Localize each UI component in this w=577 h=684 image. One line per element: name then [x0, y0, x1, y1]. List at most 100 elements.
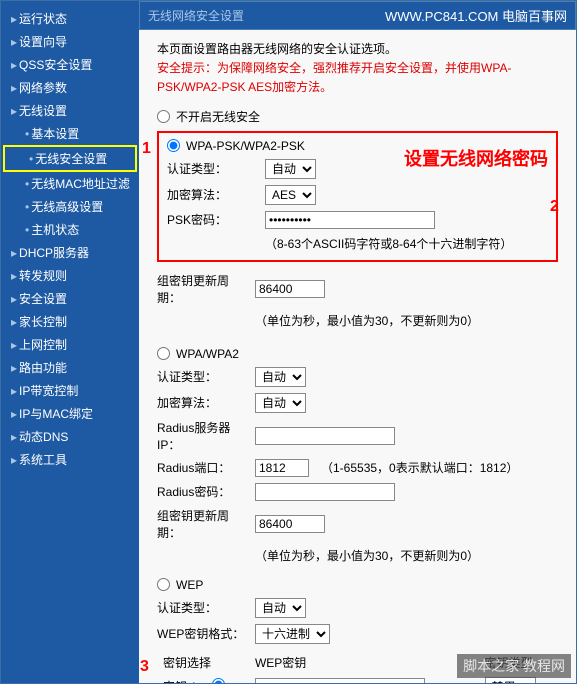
sidebar-item-3[interactable]: ▸网络参数	[1, 76, 139, 99]
radio-wep-label: WEP	[176, 578, 203, 592]
main-panel: 无线网络安全设置 WWW.PC841.COM 电脑百事网 本页面设置路由器无线网…	[139, 1, 576, 683]
sidebar-item-label: 基本设置	[31, 127, 79, 141]
sidebar-item-8[interactable]: •无线高级设置	[1, 195, 139, 218]
overlay-red-text: 设置无线网络密码	[404, 145, 548, 171]
sidebar-item-0[interactable]: ▸运行状态	[1, 7, 139, 30]
sidebar-item-label: 网络参数	[19, 81, 67, 95]
rekey-hint: （单位为秒，最小值为30，不更新则为0）	[255, 312, 558, 329]
radio-none[interactable]	[157, 110, 170, 123]
sidebar-item-19[interactable]: ▸系统工具	[1, 448, 139, 471]
brand-text: WWW.PC841.COM 电脑百事网	[385, 6, 567, 25]
sidebar-item-6[interactable]: •无线安全设置	[3, 145, 137, 172]
radius-port-input[interactable]	[255, 459, 309, 477]
chevron-icon: ▸	[11, 384, 17, 398]
radius-port-label: Radius端口：	[157, 459, 249, 476]
chevron-icon: ▸	[11, 430, 17, 444]
wep-auth-type-label: 认证类型：	[157, 599, 249, 616]
sidebar-item-label: 无线设置	[19, 104, 67, 118]
sidebar-item-2[interactable]: ▸QSS安全设置	[1, 53, 139, 76]
bullet-icon: •	[25, 223, 29, 237]
key1-input[interactable]	[255, 678, 425, 683]
psk-pass-label: PSK密码：	[167, 211, 259, 228]
wpa-enc-algo-label: 加密算法：	[157, 394, 249, 411]
chevron-icon: ▸	[11, 81, 17, 95]
radio-none-label: 不开启无线安全	[176, 108, 260, 125]
wpa-auth-type-select[interactable]: 自动	[255, 367, 306, 387]
sidebar-item-7[interactable]: •无线MAC地址过滤	[1, 172, 139, 195]
auth-type-select[interactable]: 自动	[265, 159, 316, 179]
radio-wpapsk[interactable]	[167, 139, 180, 152]
chevron-icon: ▸	[11, 361, 17, 375]
sidebar-item-15[interactable]: ▸路由功能	[1, 356, 139, 379]
bullet-icon: •	[25, 200, 29, 214]
wep-format-select[interactable]: 十六进制	[255, 624, 330, 644]
psk-hint: （8-63个ASCII码字符或8-64个十六进制字符）	[265, 235, 548, 252]
sidebar-item-label: QSS安全设置	[19, 58, 92, 72]
chevron-icon: ▸	[11, 12, 17, 26]
sidebar-item-14[interactable]: ▸上网控制	[1, 333, 139, 356]
wep-head-select: 密钥选择	[159, 652, 249, 673]
psk-pass-input[interactable]	[265, 211, 435, 229]
wpa-group-rekey-input[interactable]	[255, 515, 325, 533]
sidebar-item-17[interactable]: ▸IP与MAC绑定	[1, 402, 139, 425]
chevron-icon: ▸	[11, 58, 17, 72]
intro-tip-label: 安全提示：	[157, 61, 217, 75]
sidebar-item-16[interactable]: ▸IP带宽控制	[1, 379, 139, 402]
wpapsk-section-highlight: 设置无线网络密码 WPA-PSK/WPA2-PSK 认证类型： 自动 加密算法：…	[157, 131, 558, 262]
chevron-icon: ▸	[11, 269, 17, 283]
wpa-group-rekey-label: 组密钥更新周期：	[157, 507, 249, 541]
sidebar-item-label: DHCP服务器	[19, 246, 89, 260]
page-title: 无线网络安全设置	[148, 7, 244, 24]
radius-pass-input[interactable]	[255, 483, 395, 501]
radius-ip-input[interactable]	[255, 427, 395, 445]
sidebar-item-9[interactable]: •主机状态	[1, 218, 139, 241]
enc-algo-label: 加密算法：	[167, 186, 259, 203]
radio-wep[interactable]	[157, 578, 170, 591]
sidebar-item-label: 动态DNS	[19, 430, 68, 444]
group-rekey-label: 组密钥更新周期：	[157, 272, 249, 306]
content-area: 本页面设置路由器无线网络的安全认证选项。 安全提示：为保障网络安全，强烈推荐开启…	[139, 30, 576, 683]
radio-wpa[interactable]	[157, 347, 170, 360]
sidebar-item-label: IP带宽控制	[19, 384, 78, 398]
sidebar-item-10[interactable]: ▸DHCP服务器	[1, 241, 139, 264]
annotation-1: 1	[142, 140, 151, 158]
wpa-enc-algo-select[interactable]: 自动	[255, 393, 306, 413]
radio-wpa-label: WPA/WPA2	[176, 347, 239, 361]
sidebar-item-label: IP与MAC绑定	[19, 407, 93, 421]
wpa-auth-type-label: 认证类型：	[157, 368, 249, 385]
radio-wpapsk-label: WPA-PSK/WPA2-PSK	[186, 139, 305, 153]
sidebar-item-18[interactable]: ▸动态DNS	[1, 425, 139, 448]
watermark: 脚本之家 教程网	[457, 654, 571, 678]
sidebar-item-11[interactable]: ▸转发规则	[1, 264, 139, 287]
annotation-3: 3	[140, 658, 149, 676]
sidebar-item-1[interactable]: ▸设置向导	[1, 30, 139, 53]
sidebar-item-5[interactable]: •基本设置	[1, 122, 139, 145]
radius-ip-label: Radius服务器IP：	[157, 419, 249, 453]
enc-algo-select[interactable]: AES	[265, 185, 316, 205]
intro-line1: 本页面设置路由器无线网络的安全认证选项。	[157, 42, 397, 56]
chevron-icon: ▸	[11, 315, 17, 329]
wpa-rekey-hint: （单位为秒，最小值为30，不更新则为0）	[255, 547, 558, 564]
bullet-icon: •	[25, 127, 29, 141]
wep-head-key: WEP密钥	[251, 652, 479, 673]
wep-format-label: WEP密钥格式：	[157, 625, 249, 642]
key1-radio[interactable]	[212, 678, 225, 683]
chevron-icon: ▸	[11, 407, 17, 421]
sidebar-item-label: 主机状态	[31, 223, 79, 237]
auth-type-label: 认证类型：	[167, 160, 259, 177]
chevron-icon: ▸	[11, 246, 17, 260]
sidebar-item-label: 家长控制	[19, 315, 67, 329]
sidebar-item-label: 无线MAC地址过滤	[31, 177, 130, 191]
sidebar-item-label: 路由功能	[19, 361, 67, 375]
sidebar-item-13[interactable]: ▸家长控制	[1, 310, 139, 333]
sidebar-item-4[interactable]: ▸无线设置	[1, 99, 139, 122]
sidebar-item-12[interactable]: ▸安全设置	[1, 287, 139, 310]
intro-text: 本页面设置路由器无线网络的安全认证选项。 安全提示：为保障网络安全，强烈推荐开启…	[157, 40, 558, 98]
sidebar-item-label: 无线高级设置	[31, 200, 103, 214]
group-rekey-input[interactable]	[255, 280, 325, 298]
wep-auth-type-select[interactable]: 自动	[255, 598, 306, 618]
sidebar-item-label: 安全设置	[19, 292, 67, 306]
annotation-2: 2	[550, 198, 559, 216]
sidebar: ▸运行状态▸设置向导▸QSS安全设置▸网络参数▸无线设置•基本设置•无线安全设置…	[1, 1, 139, 683]
bullet-icon: •	[29, 152, 33, 166]
